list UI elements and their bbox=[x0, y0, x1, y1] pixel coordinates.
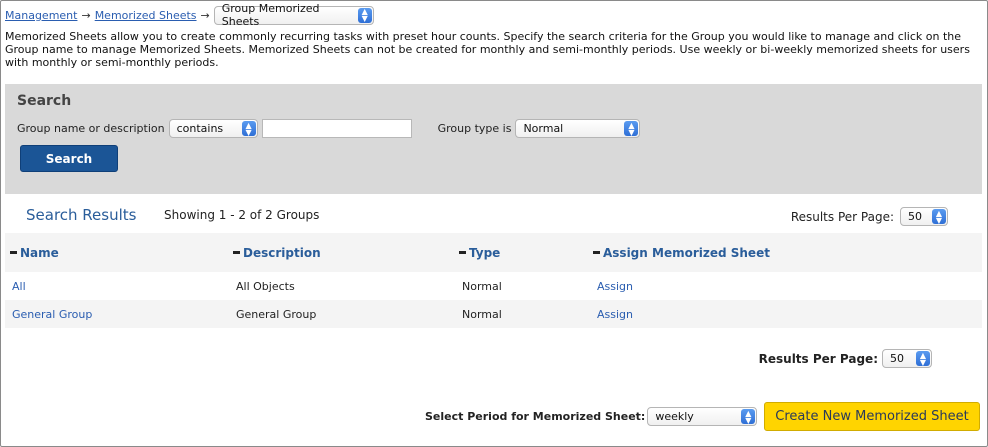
rpp-value: 50 bbox=[890, 352, 904, 365]
group-type-value: Normal bbox=[523, 122, 564, 135]
intro-text: Memorized Sheets allow you to create com… bbox=[5, 30, 970, 69]
chevron-updown-icon: ▲ ▼ bbox=[624, 121, 639, 136]
table-header: Name Description Type Assign Memorized S… bbox=[5, 233, 982, 272]
rpp-value: 50 bbox=[908, 210, 922, 223]
period-selector: Select Period for Memorized Sheet: weekl… bbox=[425, 407, 758, 426]
column-assign-label: Assign Memorized Sheet bbox=[603, 245, 770, 260]
results-per-page-top: Results Per Page: 50 ▲ ▼ bbox=[791, 207, 948, 226]
page-select-value: Group Memorized Sheets bbox=[221, 2, 320, 28]
group-type: Normal bbox=[462, 307, 502, 321]
arrow-icon: → bbox=[81, 8, 91, 22]
search-criteria-row: Group name or description contains ▲ ▼ Gr… bbox=[17, 119, 641, 138]
collapse-icon bbox=[593, 251, 600, 254]
create-memorized-sheet-button[interactable]: Create New Memorized Sheet bbox=[764, 402, 980, 431]
chevron-updown-icon: ▲ ▼ bbox=[741, 409, 756, 424]
column-type-label: Type bbox=[469, 245, 501, 260]
column-name[interactable]: Name bbox=[10, 246, 59, 260]
group-type: Normal bbox=[462, 279, 502, 293]
period-select[interactable]: weekly ▲ ▼ bbox=[647, 407, 758, 426]
group-description: General Group bbox=[236, 307, 317, 321]
period-label: Select Period for Memorized Sheet: bbox=[425, 410, 646, 423]
breadcrumb-memorized-sheets-link[interactable]: Memorized Sheets bbox=[95, 9, 197, 22]
search-heading: Search bbox=[17, 93, 72, 109]
rpp-select-bottom[interactable]: 50 ▲ ▼ bbox=[882, 349, 932, 368]
collapse-icon bbox=[233, 251, 240, 254]
breadcrumb-management-link[interactable]: Management bbox=[5, 9, 77, 22]
group-search-input[interactable] bbox=[261, 119, 412, 138]
rpp-select-top[interactable]: 50 ▲ ▼ bbox=[900, 207, 948, 226]
results-per-page-bottom: Results Per Page: 50 ▲ ▼ bbox=[759, 349, 932, 368]
column-type[interactable]: Type bbox=[459, 246, 500, 260]
arrow-icon: → bbox=[200, 8, 210, 22]
rpp-label: Results Per Page: bbox=[758, 351, 878, 366]
group-name-link[interactable]: General Group bbox=[12, 308, 92, 321]
collapse-icon bbox=[10, 251, 17, 254]
chevron-updown-icon: ▲ ▼ bbox=[241, 121, 256, 136]
chevron-updown-icon: ▲ ▼ bbox=[932, 209, 946, 224]
table-row: All All Objects Normal Assign bbox=[5, 272, 982, 300]
results-count: Showing 1 - 2 of 2 Groups bbox=[164, 208, 320, 222]
match-type-value: contains bbox=[176, 122, 224, 135]
search-panel: Search Group name or description contain… bbox=[5, 84, 982, 194]
table-row: General Group General Group Normal Assig… bbox=[5, 300, 982, 328]
breadcrumb: Management → Memorized Sheets → Group Me… bbox=[5, 2, 374, 28]
group-type-select[interactable]: Normal ▲ ▼ bbox=[515, 119, 641, 138]
column-assign[interactable]: Assign Memorized Sheet bbox=[593, 246, 770, 260]
group-description: All Objects bbox=[236, 279, 295, 293]
results-table: Name Description Type Assign Memorized S… bbox=[5, 233, 982, 328]
group-name-link[interactable]: All bbox=[12, 280, 26, 293]
assign-link[interactable]: Assign bbox=[597, 280, 633, 293]
chevron-updown-icon: ▲ ▼ bbox=[357, 7, 372, 23]
match-type-select[interactable]: contains ▲ ▼ bbox=[168, 119, 258, 138]
group-type-label: Group type is bbox=[437, 122, 512, 135]
results-title: Search Results bbox=[26, 206, 137, 224]
column-name-label: Name bbox=[20, 245, 59, 260]
assign-link[interactable]: Assign bbox=[597, 308, 633, 321]
column-description-label: Description bbox=[243, 245, 321, 260]
column-description[interactable]: Description bbox=[233, 246, 321, 260]
rpp-label: Results Per Page: bbox=[790, 209, 894, 224]
group-name-label: Group name or description bbox=[17, 122, 165, 135]
collapse-icon bbox=[459, 251, 466, 254]
period-value: weekly bbox=[655, 410, 694, 423]
search-button[interactable]: Search bbox=[20, 145, 118, 172]
chevron-updown-icon: ▲ ▼ bbox=[916, 351, 930, 366]
page-select[interactable]: Group Memorized Sheets ▲ ▼ bbox=[213, 2, 374, 28]
